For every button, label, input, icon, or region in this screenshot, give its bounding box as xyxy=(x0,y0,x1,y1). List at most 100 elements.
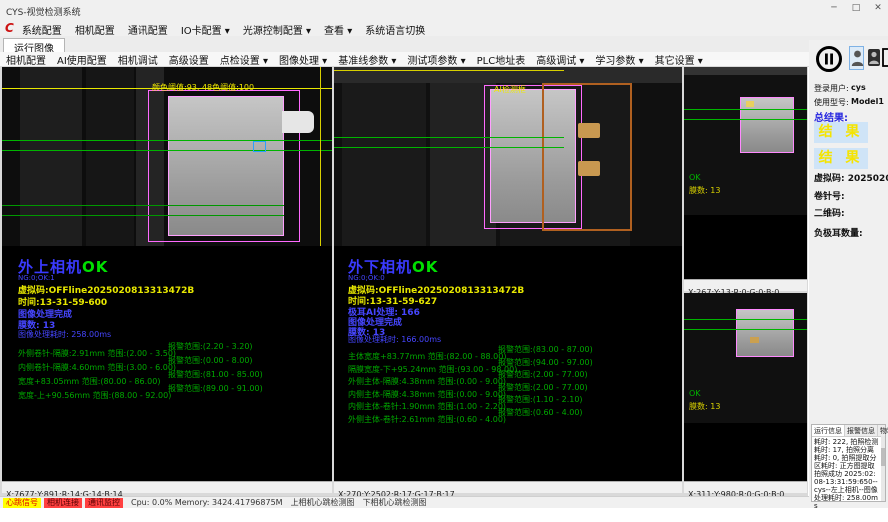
preview-panel-bottom: OK 膜数: 13 X:311;Y:980;R:0;G:0;B:0 xyxy=(684,293,807,493)
overlay-blue-box xyxy=(253,141,266,152)
preview-image-top[interactable]: OK 膜数: 13 xyxy=(684,67,807,215)
measurement-row: 主体宽度+83.77mm 范围:(82.00 - 88.00)报警范围:(83.… xyxy=(348,344,668,357)
tab-highlight-1 xyxy=(578,123,600,138)
tab-highlight xyxy=(746,101,754,107)
exit-button[interactable] xyxy=(882,48,888,67)
cpu-memory-text: Cpu: 0.0% Memory: 3424.41796875M xyxy=(131,498,283,507)
pixel-coord-bar-preview-bottom: X:311;Y:980;R:0;G:0;B:0 xyxy=(684,481,807,493)
window-title: CYS-视觉检测系统 xyxy=(6,5,81,18)
bottom-spacer xyxy=(0,508,888,522)
measurement-list: 外侧卷针-隔膜:2.91mm 范围:(2.00 - 3.50)报警范围:(2.2… xyxy=(18,341,338,397)
measurement-row: 内侧卷针-隔膜:4.60mm 范围:(3.00 - 6.00)报警范围:(0.0… xyxy=(18,355,338,369)
log-tab-run[interactable]: 运行信息 xyxy=(812,425,845,436)
measurement-value: 宽度-上+90.56mm 范围:(88.00 - 92.00) xyxy=(18,391,171,400)
camera-result-ok: OK xyxy=(82,258,108,276)
pixel-coord-bar-lower: X:270;Y:2502;R:17;G:17;B:17 xyxy=(334,481,682,493)
ng-ok-counter: NG:0;OK:1 xyxy=(18,274,55,282)
dark-user-icon[interactable] xyxy=(868,49,880,66)
camera-image-upper[interactable]: 颜色阈值:93, 48色阈值:100 xyxy=(2,67,332,246)
camera-result-ok: OK xyxy=(412,258,438,276)
tab-highlight xyxy=(750,337,759,343)
lower-camera-heartbeat-link[interactable]: 下相机心跳检测图 xyxy=(363,497,427,508)
measurement-row: 内侧主体-隔膜:4.38mm 范围:(0.00 - 9.00)报警范围:(2.0… xyxy=(348,382,668,395)
log-text: 耗时: 222, 拍照检测耗时: 17, 拍照分离耗时: 0, 拍照提取分区耗时… xyxy=(812,437,885,511)
toolbar-item[interactable]: 高级调试 ▾ xyxy=(536,52,584,67)
toolbar-item[interactable]: 测试项参数 ▾ xyxy=(407,52,465,67)
toolbar-item[interactable]: 其它设置 ▾ xyxy=(655,52,703,67)
tool-bar: 相机配置 AI使用配置相机调试高级设置点检设置 ▾ 图像处理 ▾ 基准线参数 ▾ 测试项… xyxy=(0,52,888,67)
maximize-icon[interactable]: □ xyxy=(850,3,862,13)
menu-item[interactable]: 查看 ▾ xyxy=(324,26,352,37)
status-bar: 心跳信号 相机连接 通讯监控 Cpu: 0.0% Memory: 3424.41… xyxy=(0,496,809,508)
tab-count-label: 负极耳数量: xyxy=(814,226,863,239)
toolbar-item[interactable]: 点检设置 ▾ xyxy=(220,52,268,67)
menu-item[interactable]: 系统配置 xyxy=(22,26,62,37)
toolbar-item[interactable]: PLC地址表 xyxy=(477,52,526,67)
menu-item[interactable]: 通讯配置 xyxy=(128,26,168,37)
alarm-range: 报警范围:(83.00 - 87.00) xyxy=(498,344,593,355)
connector-part xyxy=(282,111,314,133)
pause-button[interactable] xyxy=(815,45,843,73)
log-tab-alarm[interactable]: 报警信息 xyxy=(845,425,878,436)
menu-items: 系统配置 相机配置 通讯配置 IO卡配置 ▾ 光源控制配置 ▾ 查看 ▾ 系统语言切换 xyxy=(22,19,438,38)
menu-bar: C 系统配置 相机配置 通讯配置 IO卡配置 ▾ 光源控制配置 ▾ 查看 ▾ 系统语言切换 xyxy=(0,20,888,36)
toolbar-item[interactable]: AI使用配置 xyxy=(57,52,107,67)
preview-film-text: 膜数: 13 xyxy=(689,185,720,196)
camera-panel-lower: AI检测框 外下相机OK NG:0;OK:0 虚拟码:OFFline202502… xyxy=(334,67,682,493)
pixel-coord-bar-preview-top: X:267;Y:13;R:0;G:0;B:0 xyxy=(684,279,807,291)
qr-code-label: 二维码: xyxy=(814,206,845,219)
menu-item[interactable]: 光源控制配置 ▾ xyxy=(243,26,311,37)
measurement-row: 外侧主体-隔膜:4.38mm 范围:(0.00 - 9.00)报警范围:(2.0… xyxy=(348,369,668,382)
ng-ok-counter: NG:0;OK:0 xyxy=(348,274,385,282)
camera-panel-upper: 颜色阈值:93, 48色阈值:100 外上相机OK NG:0;OK:1 虚拟码:… xyxy=(2,67,332,493)
minimize-icon[interactable]: ─ xyxy=(828,3,840,13)
alarm-range: 报警范围:(89.00 - 91.00) xyxy=(168,383,263,394)
log-scrollbar[interactable] xyxy=(881,436,885,501)
toolbar-item[interactable]: 相机配置 xyxy=(6,52,46,67)
log-tab-material[interactable]: 物料信息 xyxy=(878,425,888,436)
measurement-value: 外侧主体-卷针:2.61mm 范围:(0.60 - 4.00) xyxy=(348,415,506,424)
virtual-code-field: 虚拟码: 20250208 xyxy=(814,171,888,184)
preview-image-bottom[interactable]: OK 膜数: 13 xyxy=(684,293,807,423)
comm-monitor-badge: 通讯监控 xyxy=(85,498,123,508)
alarm-range: 报警范围:(1.10 - 2.10) xyxy=(498,394,583,405)
measurement-row: 内侧主体-卷针:1.90mm 范围:(1.00 - 2.20)报警范围:(1.1… xyxy=(348,394,668,407)
alarm-range: 报警范围:(94.00 - 97.00) xyxy=(498,357,593,368)
threshold-overlay-text: 颜色阈值:93, 48色阈值:100 xyxy=(152,82,254,93)
preview-status-text: OK xyxy=(689,389,701,398)
alarm-range: 报警范围:(2.00 - 77.00) xyxy=(498,369,588,380)
elapsed-line: 图像处理耗时: 258.00ms xyxy=(18,329,111,340)
menu-item[interactable]: 系统语言切换 xyxy=(365,26,425,37)
upper-camera-heartbeat-link[interactable]: 上相机心跳检测图 xyxy=(291,497,355,508)
toolbar-item[interactable]: 学习参数 ▾ xyxy=(595,52,643,67)
log-tabs: 运行信息 报警信息 物料信息 xyxy=(812,425,885,437)
measurement-row: 外侧主体-卷针:2.61mm 范围:(0.60 - 4.00)报警范围:(0.6… xyxy=(348,407,668,420)
preview-film-text: 膜数: 13 xyxy=(689,401,720,412)
toolbar-item[interactable]: 基准线参数 ▾ xyxy=(338,52,396,67)
alarm-range: 报警范围:(81.00 - 85.00) xyxy=(168,369,263,380)
model-value: Model1 xyxy=(851,97,884,106)
cell-body xyxy=(736,309,794,357)
ai-box-overlay-text: AI检测框 xyxy=(494,84,526,95)
menu-item[interactable]: IO卡配置 ▾ xyxy=(181,26,230,37)
toolbar-item[interactable]: 高级设置 xyxy=(169,52,209,67)
app-logo-icon: C xyxy=(5,21,14,35)
user-button[interactable] xyxy=(849,46,864,70)
toolbar-item[interactable]: 相机调试 xyxy=(118,52,158,67)
alarm-range: 报警范围:(0.00 - 8.00) xyxy=(168,355,253,366)
pixel-coord-bar-upper: X:7677;Y:891;R:14;G:14;B:14 xyxy=(2,481,332,493)
preview-panel-top: OK 膜数: 13 X:267;Y:13;R:0;G:0;B:0 xyxy=(684,67,807,291)
tab-highlight-2 xyxy=(578,161,600,176)
camera-image-lower[interactable]: AI检测框 xyxy=(334,67,682,246)
overlay-ai-box xyxy=(542,83,632,231)
model-label: 使用型号: xyxy=(814,97,849,108)
close-icon[interactable]: ✕ xyxy=(872,3,884,13)
result-box-lower: 结 果 xyxy=(814,148,868,169)
window-controls: ─ □ ✕ xyxy=(828,3,884,13)
measurement-row: 宽度-上+90.56mm 范围:(88.00 - 92.00)报警范围:(89.… xyxy=(18,383,338,397)
measurement-list: 主体宽度+83.77mm 范围:(82.00 - 88.00)报警范围:(83.… xyxy=(348,344,668,419)
camera-link-badge: 相机连接 xyxy=(44,498,82,508)
menu-item[interactable]: 相机配置 xyxy=(75,26,115,37)
toolbar-item[interactable]: 图像处理 ▾ xyxy=(279,52,327,67)
preview-status-text: OK xyxy=(689,173,701,182)
